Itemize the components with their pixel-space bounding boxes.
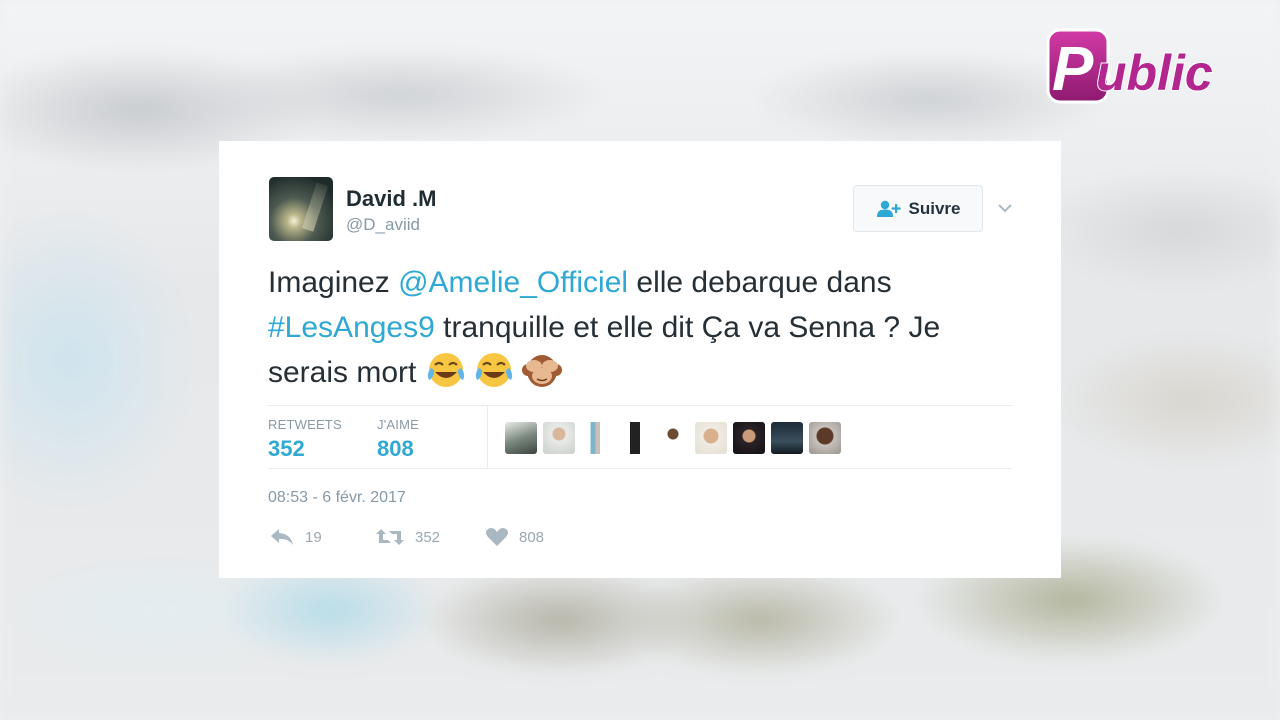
liker-avatars <box>505 422 841 454</box>
follow-user-icon <box>876 200 901 217</box>
see-no-evil-monkey-icon <box>521 355 562 387</box>
face-with-tears-of-joy-icon <box>475 353 512 387</box>
tweet-timestamp[interactable]: 08:53 - 6 févr. 2017 <box>268 489 406 507</box>
reply-button[interactable]: 19 <box>269 527 322 547</box>
follow-button[interactable]: Suivre <box>853 185 983 232</box>
retweet-count: 352 <box>415 528 441 546</box>
retweet-icon <box>376 529 404 545</box>
follow-label: Suivre <box>908 198 961 218</box>
retweets-label: RETWEETS <box>268 417 342 432</box>
reply-count: 19 <box>305 528 322 546</box>
liker-avatar[interactable] <box>505 422 537 454</box>
divider <box>487 405 488 469</box>
tweet-card: David .M @D_aviid Suivre Imaginez @Ameli… <box>219 141 1061 578</box>
chevron-down-icon[interactable] <box>996 199 1014 217</box>
tweet-text-part2: elle debarque dans <box>628 266 892 299</box>
likes-label: J'AIME <box>377 417 419 432</box>
tweet-text-part1: Imaginez <box>268 266 399 299</box>
svg-text:ublic: ublic <box>1096 45 1213 101</box>
svg-text:P: P <box>1052 35 1094 104</box>
retweet-button[interactable]: 352 <box>375 527 440 547</box>
liker-avatar[interactable] <box>543 422 575 454</box>
tweet-text: Imaginez @Amelie_Officiel elle debarque … <box>268 260 1028 395</box>
like-count: 808 <box>519 528 545 546</box>
heart-icon <box>486 528 508 546</box>
liker-avatar[interactable] <box>657 422 689 454</box>
liker-avatar[interactable] <box>809 422 841 454</box>
likes-count[interactable]: 808 <box>377 436 414 462</box>
hashtag-link[interactable]: #LesAnges9 <box>268 311 435 344</box>
liker-avatar[interactable] <box>733 422 765 454</box>
liker-avatar[interactable] <box>771 422 803 454</box>
face-with-tears-of-joy-icon <box>427 353 464 387</box>
liker-avatar[interactable] <box>619 422 651 454</box>
public-logo: P ublic <box>1046 28 1214 104</box>
divider <box>268 468 1012 469</box>
liker-avatar[interactable] <box>695 422 727 454</box>
reply-icon <box>271 529 293 545</box>
author-avatar[interactable] <box>269 177 333 241</box>
retweets-count[interactable]: 352 <box>268 436 305 462</box>
liker-avatar[interactable] <box>581 422 613 454</box>
author-handle[interactable]: @D_aviid <box>346 215 420 235</box>
mention-link[interactable]: @Amelie_Officiel <box>398 266 628 299</box>
like-button[interactable]: 808 <box>485 527 544 547</box>
author-name[interactable]: David .M <box>346 186 436 212</box>
divider <box>268 405 1012 406</box>
